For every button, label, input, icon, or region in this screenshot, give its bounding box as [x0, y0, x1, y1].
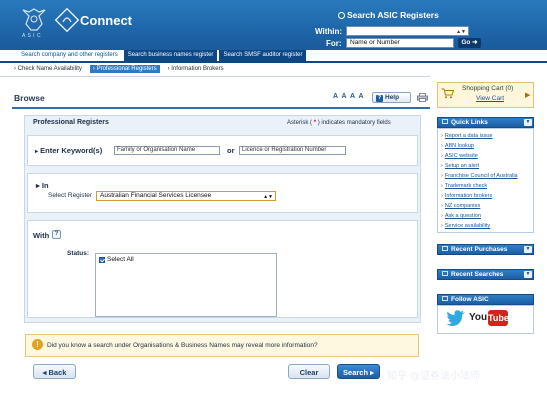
- status-option-select-all[interactable]: Select All: [99, 256, 134, 263]
- quick-link-nz-companies[interactable]: NZ companies: [441, 203, 480, 209]
- browse-divider: [12, 107, 430, 109]
- help-button-label: Help: [385, 94, 400, 101]
- quick-links-header[interactable]: Quick Links ▼: [437, 117, 534, 128]
- within-label: Within:: [315, 27, 343, 36]
- section-arrow-icon: ▸: [35, 149, 39, 155]
- quick-links-title: Quick Links: [451, 119, 488, 126]
- for-label: For:: [326, 39, 342, 48]
- panel-icon: [442, 246, 448, 251]
- recent-searches-title: Recent Searches: [451, 271, 504, 278]
- checkbox-checked-icon[interactable]: [99, 256, 105, 263]
- within-select[interactable]: ▲▼: [346, 26, 469, 36]
- expand-icon[interactable]: ▼: [524, 271, 532, 278]
- print-icon[interactable]: [417, 93, 428, 102]
- with-label: With: [33, 231, 50, 240]
- help-button[interactable]: ? Help: [372, 92, 411, 103]
- mandatory-note: Asterisk ( * ) indicates mandatory field…: [287, 120, 391, 126]
- tab-business-names[interactable]: Search business names register: [123, 50, 218, 61]
- youtube-logo-you[interactable]: You: [469, 310, 487, 326]
- subnav-information-brokers[interactable]: › Information Brokers: [168, 66, 224, 72]
- quick-link-ask-question[interactable]: Ask a question: [441, 213, 481, 219]
- tab-divider: [0, 61, 547, 63]
- search-button-label: Search: [343, 368, 369, 377]
- recent-purchases-header[interactable]: Recent Purchases ▼: [437, 244, 534, 255]
- keyword-label-text: Enter Keyword(s): [40, 146, 103, 155]
- section-arrow-icon: ▸: [36, 181, 40, 190]
- quick-link-abn-lookup[interactable]: ABN lookup: [441, 143, 474, 149]
- dropdown-arrows-icon: ▲▼: [263, 194, 273, 200]
- in-label: ▸ In: [36, 181, 49, 190]
- status-label: Status:: [67, 250, 90, 257]
- page-title: Browse: [14, 93, 45, 103]
- clear-button[interactable]: Clear: [288, 364, 330, 379]
- follow-asic-header: Follow ASIC: [437, 294, 534, 305]
- watermark: 知乎 @证券法小法师: [387, 371, 481, 382]
- font-size-controls[interactable]: A A A A: [333, 93, 365, 100]
- dropdown-arrows-icon: ▲▼: [456, 29, 466, 35]
- quick-link-asic-website[interactable]: ASIC website: [441, 153, 478, 159]
- keyword-label: ▸ Enter Keyword(s): [35, 146, 102, 155]
- search-registers-title: Search ASIC Registers: [338, 10, 439, 20]
- help-icon: ?: [376, 95, 383, 102]
- twitter-icon[interactable]: [446, 309, 466, 327]
- subnav-professional-registers[interactable]: › Professional Registers: [89, 65, 160, 73]
- register-select-value: Australian Financial Services Licensee: [100, 192, 212, 199]
- collapse-icon[interactable]: ▼: [524, 119, 532, 126]
- recent-searches-header[interactable]: Recent Searches ▼: [437, 269, 534, 280]
- tab-company-registers[interactable]: Search company and other registers: [17, 50, 122, 61]
- form-title: Professional Registers: [33, 119, 109, 126]
- number-input[interactable]: Licence or Registration Number: [239, 146, 346, 155]
- view-cart-link[interactable]: View Cart: [476, 95, 504, 102]
- for-search-input[interactable]: Name or Number: [346, 38, 454, 48]
- cart-title: Shopping Cart (0): [462, 85, 514, 92]
- tab-smsf-auditor[interactable]: Search SMSF auditor register: [219, 50, 307, 61]
- notice-text: Did you know a search under Organisation…: [47, 342, 318, 349]
- quick-link-setup-alert[interactable]: Setup an alert: [441, 163, 479, 169]
- follow-asic-title: Follow ASIC: [451, 296, 489, 303]
- go-button[interactable]: Go ➜: [458, 38, 481, 48]
- back-button[interactable]: ◂ Back: [33, 364, 76, 379]
- youtube-icon[interactable]: Tube: [488, 310, 509, 326]
- shopping-cart-icon: [441, 88, 454, 99]
- asic-logo-icon[interactable]: [54, 7, 80, 33]
- select-register-label: Select Register: [48, 192, 93, 199]
- quick-link-report-issue[interactable]: Report a data issue: [441, 133, 493, 139]
- expand-icon[interactable]: ▼: [524, 246, 532, 253]
- go-button-label: Go: [461, 39, 471, 46]
- brand-title[interactable]: Connect: [80, 13, 132, 28]
- subnav-divider: [0, 76, 430, 77]
- coat-of-arms-icon: [22, 8, 46, 31]
- mandatory-star: *: [313, 120, 317, 126]
- mandatory-note-suffix: ) indicates mandatory fields: [317, 120, 391, 126]
- register-select[interactable]: Australian Financial Services Licensee ▲▼: [96, 191, 276, 201]
- cart-arrow-icon[interactable]: ▶: [525, 91, 530, 99]
- crest-caption: A S I C: [22, 33, 42, 39]
- back-button-label: Back: [48, 368, 67, 377]
- warning-icon: !: [32, 339, 43, 350]
- subnav-check-name[interactable]: › Check Name Availability: [14, 66, 82, 72]
- help-icon[interactable]: ?: [52, 230, 61, 239]
- panel-icon: [442, 296, 448, 301]
- search-icon: [338, 12, 345, 19]
- mandatory-note-prefix: Asterisk (: [287, 120, 313, 126]
- quick-link-trademark-check[interactable]: Trademark check: [441, 183, 487, 189]
- search-button[interactable]: Search ▸: [337, 364, 380, 379]
- register-tabs: Search company and other registers Searc…: [17, 50, 307, 61]
- panel-icon: [442, 271, 448, 276]
- or-label: or: [227, 146, 235, 155]
- quick-link-franchise-council[interactable]: Franchise Council of Australia: [441, 173, 518, 179]
- search-registers-title-text: Search ASIC Registers: [347, 10, 439, 20]
- status-option-label: Select All: [107, 256, 134, 263]
- quick-link-information-brokers[interactable]: Information brokers: [441, 193, 492, 199]
- recent-purchases-title: Recent Purchases: [451, 246, 508, 253]
- name-input[interactable]: Family or Organisation Name: [114, 146, 220, 155]
- quick-link-service-availability[interactable]: Service availability: [441, 223, 490, 229]
- panel-icon: [442, 119, 448, 124]
- sub-navigation: › Check Name Availability › Professional…: [14, 64, 224, 74]
- in-label-text: In: [41, 181, 49, 190]
